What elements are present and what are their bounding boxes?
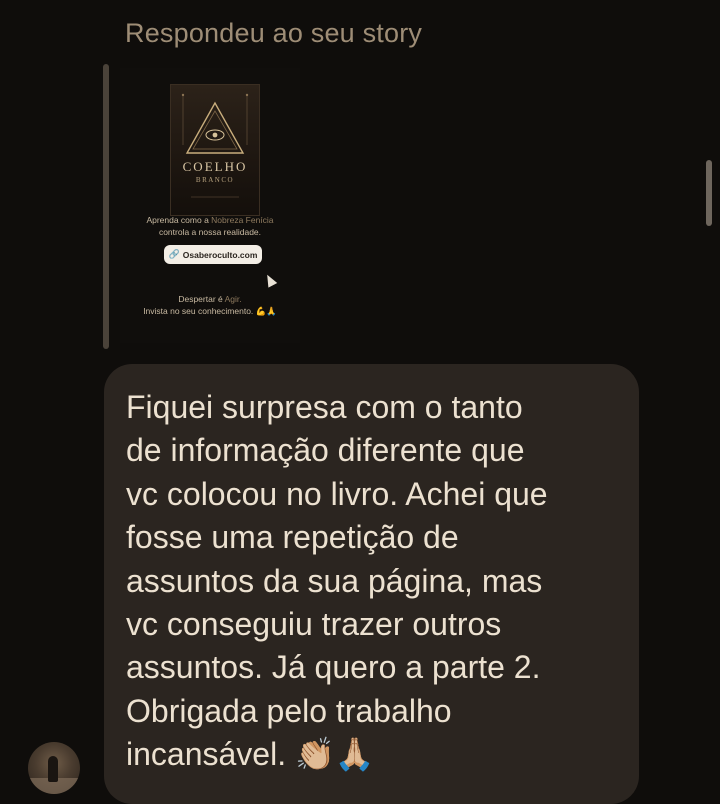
link-icon: 🔗 [168, 249, 180, 259]
avatar-figure [48, 756, 58, 782]
caption-line-2: controla a nossa realidade. [158, 227, 262, 237]
message-bubble[interactable]: Fiquei surpresa com o tanto de informaçã… [104, 364, 639, 804]
scrollbar[interactable] [706, 160, 712, 226]
footer-prefix: Despertar é [178, 294, 225, 304]
book-subtitle: BRANCO [195, 176, 235, 184]
book-cover: COELHO BRANCO [170, 84, 260, 216]
link-label: Osaberoculto.com [182, 249, 258, 260]
quote-bar [103, 64, 109, 349]
story-caption: Aprenda como a Nobreza Fenícia controla … [120, 214, 300, 238]
caption-prefix: Aprenda como a [146, 215, 212, 225]
sender-avatar[interactable] [28, 742, 80, 794]
caption-highlight: Nobreza Fenícia [211, 215, 274, 225]
footer-line-2: Invista no seu conhecimento. 💪🙏 [143, 306, 277, 316]
message-text: Fiquei surpresa com o tanto de informaçã… [126, 389, 548, 773]
footer-highlight: Agir. [224, 294, 242, 304]
reply-header: Respondeu ao seu story [125, 18, 423, 48]
story-preview[interactable]: COELHO BRANCO Aprenda como a Nobreza Fen… [120, 68, 300, 343]
pyramid-eye-icon [181, 93, 249, 198]
cursor-icon [262, 272, 278, 288]
book-title: COELHO [182, 159, 248, 174]
story-footer: Despertar é Agir. Invista no seu conheci… [120, 293, 300, 317]
link-sticker[interactable]: 🔗 Osaberoculto.com [164, 245, 262, 264]
